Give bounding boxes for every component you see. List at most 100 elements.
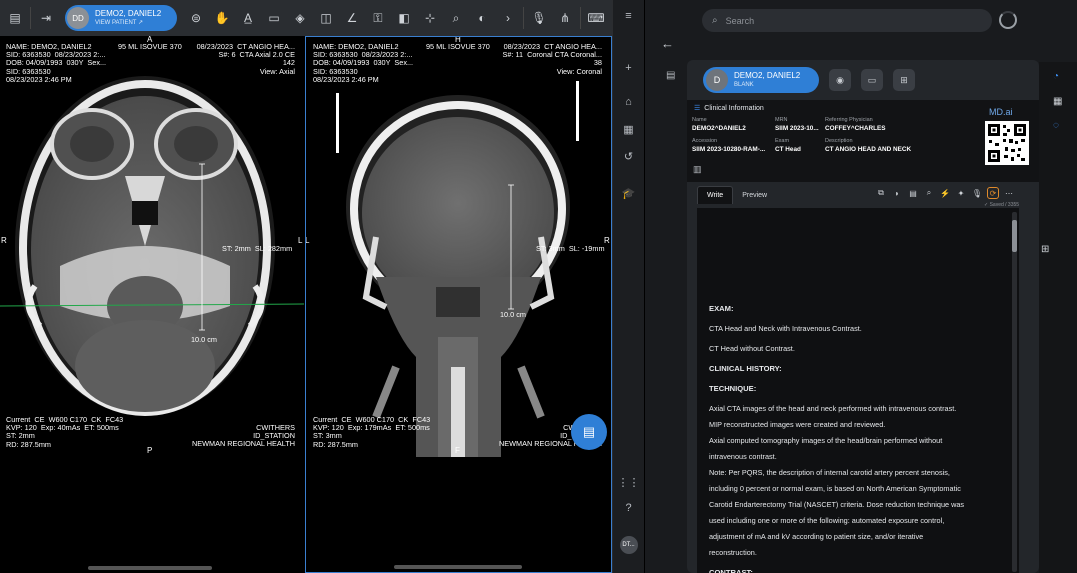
worklist-icon[interactable]: ▦ [619,119,639,139]
mrn-label: MRN [775,117,788,123]
more-options-icon[interactable]: ⋯ [1003,187,1015,199]
editor-tools: ⧉ ◗ ▤ ⌕ ⚡ ✦ 🎙 ⟳ ⋯ [875,187,1015,199]
report-text-line: Axial computed tomography images of the … [709,436,943,445]
zoom-icon[interactable]: ⌕ [445,7,467,29]
history-icon[interactable]: ↺ [619,146,639,166]
clinical-title: Clinical Information [704,104,764,112]
annotate-icon[interactable]: A̲ [237,7,259,29]
acquisition-overlay: Current CE W600 C170 CK FC43 KVP: 120 Ex… [313,415,431,449]
view-patient-link[interactable]: VIEW PATIENT ↗ [95,20,161,26]
add-icon[interactable]: + [619,58,639,78]
qr-code-icon [985,121,1029,165]
folder-add-icon[interactable]: ⊞ [893,69,915,91]
report-icon: ▤ [582,424,596,439]
ai-assist-icon[interactable]: ✦ [955,187,967,199]
name-value: DEMO2^DANIEL2 [692,125,746,132]
open-report-button[interactable]: ▤ [571,414,607,450]
accession-label: Accession [692,138,718,144]
report-text-line: used including one or more of the follow… [709,516,945,525]
chevron-right-icon[interactable]: › [497,7,519,29]
toolbar-divider [580,7,581,29]
series-info-overlay: 08/23/2023 CT ANGIO HEA... S#: 11 Corona… [502,42,602,76]
orientation-left: R [1,236,7,245]
add-widget-icon[interactable]: ⊞ [1041,244,1049,255]
refresh-ai-icon[interactable]: ⟳ [987,187,999,199]
back-arrow-icon[interactable]: ← [661,36,674,51]
list-icon: ☰ [694,105,701,112]
pan-hand-icon[interactable]: ✋ [211,7,233,29]
report-status: BLANK [734,82,754,88]
visibility-icon[interactable]: ◉ [829,69,851,91]
tab-write[interactable]: Write [697,186,734,204]
report-text-line: Note: Per PQRS, the description of inter… [709,468,950,477]
menu-icon[interactable]: ≡ [619,6,639,26]
layers-icon[interactable]: ◈ [289,7,311,29]
calendar-icon[interactable]: ▦ [1053,96,1062,107]
key-image-icon[interactable]: ⚿ [367,7,389,29]
search-bar[interactable]: ⌕ Search [702,9,992,32]
report-header: D DEMO2, DANIEL2 BLANK ◉ ▭ ⊞ [703,67,915,93]
help-icon[interactable]: ? [619,498,639,518]
report-patient-pill[interactable]: D DEMO2, DANIEL2 BLANK [703,67,819,93]
macro-icon[interactable]: ⚡ [939,187,951,199]
microphone-icon[interactable]: 🎙 [528,7,550,29]
report-search-icon[interactable]: ⌕ [923,187,935,199]
invert-icon[interactable]: ◧ [393,7,415,29]
exam-label: Exam [775,138,790,144]
user-avatar[interactable]: DT... [619,536,638,554]
chat-icon[interactable]: ◌ [1053,120,1059,131]
slice-info-overlay: ST: 2mm SL: 282mm [222,244,293,253]
description-label: Description [825,138,853,144]
loading-spinner-icon [999,11,1017,29]
microphone-icon[interactable]: 🎙 [971,187,983,199]
exit-viewer-icon[interactable]: ⇥ [35,7,57,29]
exam-value: CT Head [775,146,801,153]
report-text-line: adjustment of mA and kV according to pat… [709,532,924,541]
window-level-icon[interactable]: ◐ [471,7,493,29]
notification-icon[interactable]: ◔ [1053,71,1059,82]
search-input[interactable]: Search [726,16,755,26]
layout-icon[interactable]: ◫ [315,7,337,29]
keyboard-icon[interactable]: ⌨ [585,7,607,29]
attachment-icon[interactable]: ▥ [693,164,702,175]
scroll-tool-icon[interactable]: ⊜ [185,7,207,29]
patient-demographics-overlay: NAME: DEMO2, DANIEL2 SID: 6363530 08/23/… [313,42,414,84]
slice-scrollbar[interactable] [394,565,522,569]
rectangle-roi-icon[interactable]: ▭ [263,7,285,29]
series-info-overlay: 08/23/2023 CT ANGIO HEA... S#: 6 CTA Axi… [196,42,295,76]
avatar: DD [67,7,89,29]
report-editor[interactable]: EXAM: CTA Head and Neck with Intravenous … [697,208,1019,573]
slice-scrollbar[interactable] [88,566,212,570]
report-section-heading: CLINICAL HISTORY: [709,364,782,373]
axial-viewport[interactable]: NAME: DEMO2, DANIEL2 SID: 6363530 08/23/… [0,36,304,573]
contrast-overlay: 95 ML ISOVUE 370 [426,42,490,51]
notes-icon[interactable]: ▤ [666,70,675,81]
dictation-icon[interactable]: ◗ [891,187,903,199]
home-icon[interactable]: ⌂ [619,92,639,112]
folder-search-icon[interactable]: ▭ [861,69,883,91]
editor-scrollbar-thumb[interactable] [1012,220,1017,252]
report-text-line: Axial CTA images of the head and neck pe… [709,404,957,413]
learning-icon[interactable]: 🎓 [619,183,639,203]
qr-code-section: MD.ai [977,100,1033,180]
report-text-line: CTA Head and Neck with Intravenous Contr… [709,324,862,333]
report-text-line: MIP reconstructed images were created an… [709,420,886,429]
apps-grid-icon[interactable]: ⋮⋮ [618,472,640,492]
report-section-heading: EXAM: [709,304,734,313]
coronal-viewport[interactable]: NAME: DEMO2, DANIEL2 SID: 6363530 08/23/… [305,36,612,573]
crosshair-icon[interactable]: ⊹ [419,7,441,29]
share-icon[interactable]: ⋔ [554,7,576,29]
copy-icon[interactable]: ⧉ [875,187,887,199]
brand-label: MD.ai [989,107,1013,117]
editor-scrollbar[interactable] [1012,212,1017,572]
referring-physician-label: Referring Physician [825,117,873,123]
acquisition-overlay: Current CE W600 C170 CK FC43 KVP: 120 Ex… [6,415,124,449]
patient-pill[interactable]: DD DEMO2, DANIEL2 VIEW PATIENT ↗ [65,5,177,31]
report-panel: ⌕ Search ← ▤ D DEMO2, DANIEL2 BLANK ◉ ▭ … [645,0,1077,573]
report-section-heading: TECHNIQUE: [709,384,757,393]
report-text-line: reconstruction. [709,548,757,557]
angle-tool-icon[interactable]: ∠ [341,7,363,29]
template-icon[interactable]: ▤ [907,187,919,199]
document-icon[interactable]: ▤ [4,7,26,29]
tab-preview[interactable]: Preview [733,186,776,204]
